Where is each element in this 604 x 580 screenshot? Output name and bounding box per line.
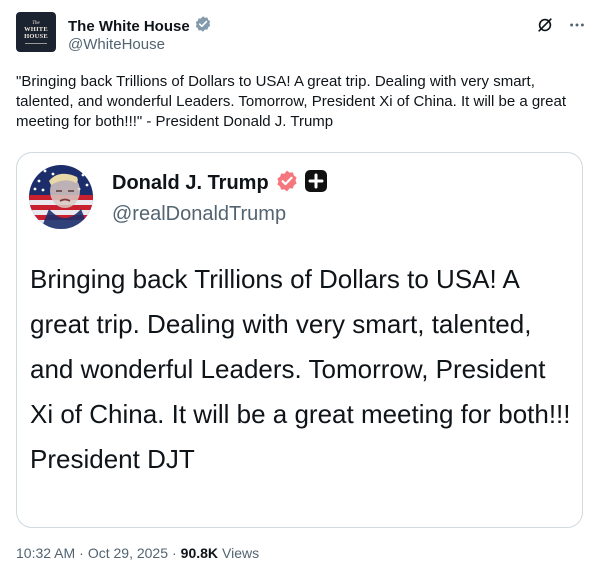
more-icon[interactable]	[566, 14, 588, 36]
verified-badge-icon[interactable]	[194, 15, 212, 38]
quoted-author-name[interactable]: Donald J. Trump	[112, 172, 269, 195]
avatar-divider	[25, 42, 47, 44]
author-handle[interactable]: @WhiteHouse	[68, 36, 165, 53]
views-count: 90.8K	[180, 545, 219, 561]
tweet-meta: 10:32 AM · Oct 29, 2025 · 90.8K Views	[16, 545, 259, 561]
quoted-author-name-row: Donald J. Trump	[112, 169, 327, 198]
avatar[interactable]: The WHITE HOUSE	[16, 12, 56, 52]
quoted-post[interactable]: Donald J. Trump @realDonaldTrump Bringin…	[16, 152, 583, 528]
quoted-text: Bringing back Trillions of Dollars to US…	[30, 264, 571, 474]
tweet-header: The WHITE HOUSE The White House @WhiteHo…	[16, 12, 588, 56]
tweet-date[interactable]: Oct 29, 2025	[88, 545, 168, 561]
avatar-text-house: HOUSE	[24, 33, 48, 40]
meta-separator: ·	[79, 545, 84, 561]
views-label: Views	[222, 545, 260, 561]
meta-separator: ·	[172, 545, 177, 561]
author-name-row: The White House	[68, 15, 212, 38]
verified-badge-icon[interactable]	[275, 169, 299, 198]
quoted-author-handle[interactable]: @realDonaldTrump	[112, 203, 286, 226]
author-name[interactable]: The White House	[68, 18, 190, 35]
truth-social-logo-icon	[304, 170, 327, 197]
avatar-text-the: The	[32, 20, 40, 26]
tweet-text: "Bringing back Trillions of Dollars to U…	[16, 73, 567, 130]
tweet-top-actions	[534, 14, 588, 36]
quoted-avatar[interactable]	[29, 165, 93, 229]
tweet-time[interactable]: 10:32 AM	[16, 545, 75, 561]
slashed-circle-icon[interactable]	[534, 14, 556, 36]
